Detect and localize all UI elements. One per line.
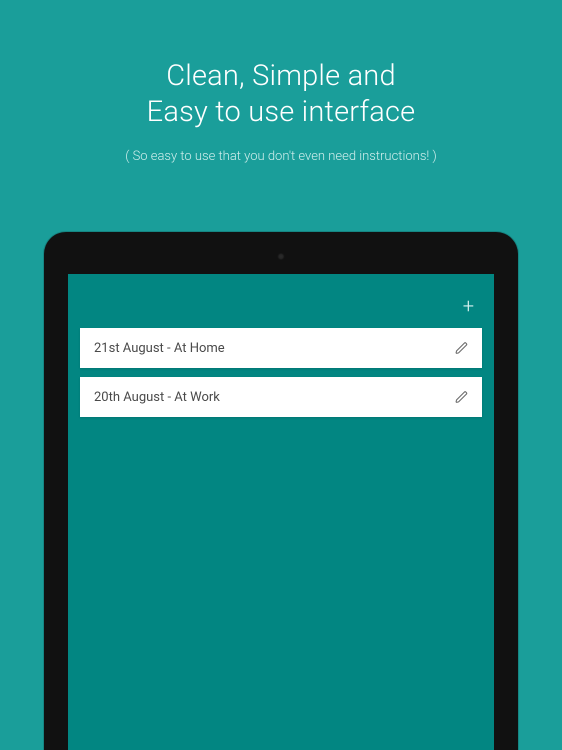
tablet-bezel: + 21st August - At Home 20th August - At… [44, 232, 518, 750]
add-button[interactable]: + [457, 290, 480, 322]
hero: Clean, Simple and Easy to use interface … [0, 0, 562, 164]
list-item-label: 21st August - At Home [94, 341, 225, 356]
list-item[interactable]: 20th August - At Work [80, 377, 482, 417]
app-screen: + 21st August - At Home 20th August - At… [68, 274, 494, 750]
list-item-label: 20th August - At Work [94, 390, 220, 405]
list-item[interactable]: 21st August - At Home [80, 328, 482, 368]
pencil-icon[interactable] [455, 342, 468, 355]
hero-title-line2: Easy to use interface [0, 94, 562, 130]
tablet-camera-icon [278, 253, 285, 260]
notes-list: 21st August - At Home 20th August - At W… [68, 328, 494, 417]
pencil-icon[interactable] [455, 391, 468, 404]
tablet-device: + 21st August - At Home 20th August - At… [44, 232, 518, 750]
hero-title-line1: Clean, Simple and [0, 58, 562, 94]
status-bar [68, 274, 494, 284]
app-toolbar: + [68, 284, 494, 328]
plus-icon: + [463, 294, 474, 318]
hero-subtitle: ( So easy to use that you don't even nee… [0, 149, 562, 164]
hero-title: Clean, Simple and Easy to use interface [0, 58, 562, 131]
